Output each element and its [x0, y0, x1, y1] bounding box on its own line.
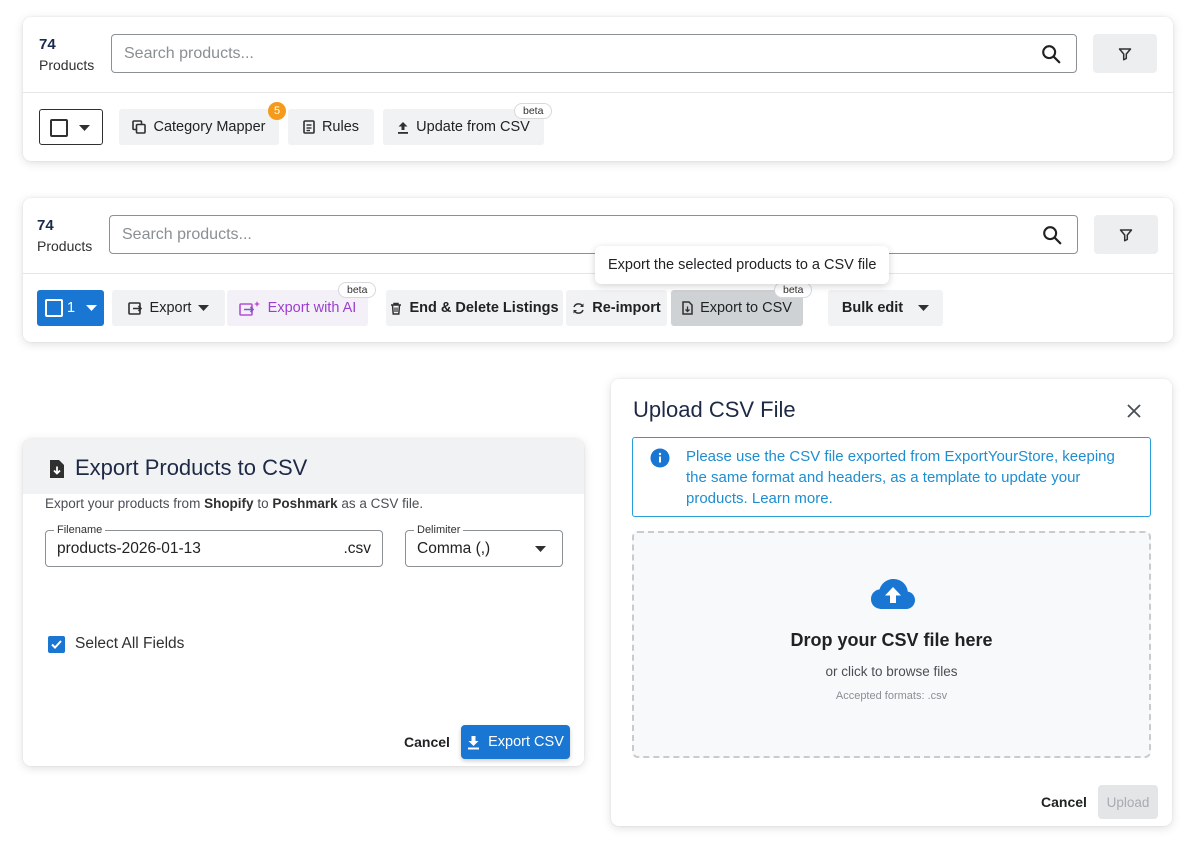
desc-mid: to: [253, 496, 273, 511]
end-delete-listings-button[interactable]: End & Delete Listings: [386, 290, 563, 326]
bulk-edit-button[interactable]: Bulk edit: [828, 290, 943, 326]
chevron-down-icon: [535, 546, 546, 552]
chevron-down-icon: [79, 125, 90, 131]
product-count: 74 Products: [39, 34, 94, 76]
export-to-csv-label: Export to CSV: [700, 300, 792, 316]
export-csv-label: Export CSV: [488, 734, 564, 750]
export-label: Export: [149, 300, 192, 316]
search-input[interactable]: Search products...: [109, 215, 1078, 254]
product-count: 74 Products: [37, 215, 92, 257]
tooltip-text: Export the selected products to a CSV fi…: [608, 257, 877, 273]
beta-badge: beta: [514, 103, 553, 119]
search-icon[interactable]: [1041, 224, 1063, 246]
cancel-button[interactable]: Cancel: [1041, 794, 1087, 810]
info-text[interactable]: Please use the CSV file exported from Ex…: [686, 446, 1130, 509]
source-platform: Shopify: [204, 496, 254, 511]
chevron-down-icon: [198, 305, 210, 311]
cloud-upload-icon: [871, 579, 915, 609]
beta-badge: beta: [338, 282, 377, 298]
filename-value: products-2026-01-13: [57, 539, 201, 557]
delimiter-value: Comma (,): [417, 539, 491, 557]
product-count-number: 74: [37, 217, 54, 234]
export-icon: [127, 301, 142, 315]
product-count-label: Products: [37, 238, 93, 254]
chevron-down-icon: [86, 305, 97, 311]
refresh-icon: [573, 302, 584, 314]
upload-icon: [398, 121, 409, 134]
end-delete-listings-label: End & Delete Listings: [409, 300, 559, 316]
ai-export-icon: [238, 300, 260, 316]
select-all-fields-label: Select All Fields: [75, 635, 185, 652]
info-banner: Please use the CSV file exported from Ex…: [632, 437, 1151, 517]
bulk-edit-label: Bulk edit: [841, 300, 904, 316]
category-mapper-label: Category Mapper: [153, 119, 266, 135]
rules-icon: [303, 120, 315, 134]
selected-count: 1: [67, 300, 76, 316]
product-count-number: 74: [39, 36, 56, 53]
export-with-ai-label: Export with AI: [267, 300, 357, 316]
upload-csv-dialog: Upload CSV File Please use the CSV file …: [611, 379, 1172, 826]
search-placeholder: Search products...: [122, 225, 252, 243]
update-from-csv-label: Update from CSV: [416, 119, 530, 135]
checkmark-icon: [51, 640, 62, 649]
product-count-label: Products: [39, 57, 95, 73]
cancel-button[interactable]: Cancel: [404, 734, 450, 750]
close-icon[interactable]: [1127, 404, 1141, 418]
beta-badge: beta: [774, 282, 813, 298]
filter-button[interactable]: [1094, 215, 1158, 254]
info-icon: [650, 448, 670, 468]
export-csv-button[interactable]: Export CSV: [461, 725, 570, 759]
upload-button[interactable]: Upload: [1098, 785, 1158, 819]
filter-button[interactable]: [1093, 34, 1157, 73]
drop-subtitle: or click to browse files: [825, 664, 958, 679]
upload-label: Upload: [1106, 794, 1150, 810]
category-mapper-badge: 5: [268, 102, 286, 120]
reimport-label: Re-import: [592, 300, 661, 316]
filename-field[interactable]: Filename products-2026-01-13 .csv: [45, 524, 383, 567]
export-dropdown-button[interactable]: Export: [112, 290, 225, 326]
download-icon: [468, 735, 480, 749]
filename-suffix: .csv: [343, 539, 371, 557]
chevron-down-icon: [918, 305, 930, 311]
delimiter-select[interactable]: Delimiter Comma (,): [405, 524, 563, 567]
rules-label: Rules: [321, 119, 360, 135]
rules-button[interactable]: Rules: [288, 109, 374, 145]
dialog-description: Export your products from Shopify to Pos…: [45, 496, 423, 511]
divider: [23, 92, 1173, 93]
trash-icon: [391, 302, 402, 315]
desc-prefix: Export your products from: [45, 496, 205, 511]
select-all-checkbox[interactable]: [50, 119, 68, 137]
product-toolbar-panel: 74 Products Search products... Category …: [23, 17, 1173, 161]
filter-icon: [1119, 228, 1133, 241]
export-products-dialog: Export Products to CSV Export your produ…: [23, 439, 584, 766]
reimport-button[interactable]: Re-import: [566, 290, 667, 326]
dialog-title: Upload CSV File: [633, 397, 796, 422]
search-placeholder: Search products...: [124, 44, 254, 62]
drop-title: Drop your CSV file here: [790, 630, 993, 650]
desc-suffix: as a CSV file.: [337, 496, 424, 511]
category-mapper-button[interactable]: Category Mapper: [119, 109, 279, 145]
selection-dropdown[interactable]: 1: [37, 290, 104, 326]
filter-icon: [1118, 47, 1132, 60]
dialog-title: Export Products to CSV: [75, 455, 308, 480]
selection-checkbox[interactable]: [45, 299, 63, 317]
csv-file-icon: [50, 460, 64, 478]
csv-dropzone[interactable]: Drop your CSV file here or click to brow…: [632, 531, 1151, 758]
search-input[interactable]: Search products...: [111, 34, 1077, 73]
category-mapper-icon: [132, 120, 147, 134]
select-all-fields-checkbox[interactable]: [48, 636, 65, 653]
export-csv-tooltip: Export the selected products to a CSV fi…: [595, 246, 890, 284]
search-icon[interactable]: [1040, 43, 1062, 65]
target-platform: Poshmark: [272, 496, 338, 511]
csv-file-icon: [682, 301, 693, 315]
select-all-dropdown[interactable]: [39, 109, 103, 145]
accepted-formats: Accepted formats: .csv: [835, 690, 948, 702]
